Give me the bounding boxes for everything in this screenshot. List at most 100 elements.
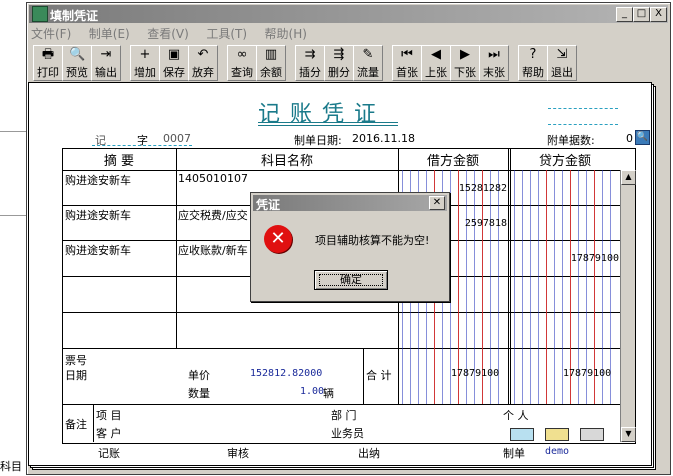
- toolbar-button-bar-chart[interactable]: ▥ 余额: [256, 45, 286, 81]
- credit-total: 17879100: [563, 368, 612, 379]
- amount-digit-gridline: [546, 170, 547, 404]
- toolbar-button-printer[interactable]: 🖶 打印: [33, 45, 63, 81]
- row-summary[interactable]: 购进途安新车: [65, 207, 131, 223]
- toolbar-button-next[interactable]: ▶ 下张: [450, 45, 480, 81]
- exit-icon: ⇲: [556, 47, 568, 62]
- maker-name: demo: [545, 446, 570, 457]
- table-column-divider: [93, 404, 94, 442]
- prev-icon: ◀: [431, 47, 441, 62]
- toolbar-button-undo[interactable]: ↶ 放弃: [188, 45, 218, 81]
- debit-total: 17879100: [451, 368, 500, 379]
- row-account[interactable]: 应收账款/新车: [178, 242, 248, 258]
- toolbar-button-delete-row[interactable]: ⇶ 删分: [324, 45, 354, 81]
- cashier-label: 出纳: [358, 447, 380, 460]
- title-underline: [258, 122, 398, 123]
- attachments-count[interactable]: 0: [626, 132, 633, 145]
- toolbar-button-add[interactable]: + 增加: [130, 45, 160, 81]
- toolbar-button-label: 退出: [551, 66, 573, 79]
- toolbar-button-exit[interactable]: ⇲ 退出: [547, 45, 577, 81]
- card-icon[interactable]: [510, 428, 534, 441]
- voucher-title: 记账凭证: [258, 102, 387, 127]
- dialog-close-button[interactable]: ✕: [429, 196, 445, 210]
- row-summary[interactable]: 购进途安新车: [65, 172, 131, 188]
- title-bar[interactable]: 填制凭证 _ □ X: [29, 5, 668, 23]
- row-summary[interactable]: 购进途安新车: [65, 242, 131, 258]
- toolbar-button-label: 首张: [396, 66, 418, 79]
- add-icon: +: [139, 47, 151, 62]
- toolbar-button-insert-row[interactable]: ⇉ 插分: [295, 45, 325, 81]
- menu-help[interactable]: 帮助(H): [265, 25, 307, 42]
- row-debit-amount[interactable]: 15281282: [459, 183, 507, 194]
- voucher-date[interactable]: 2016.11.18: [352, 132, 415, 145]
- toolbar-button-first[interactable]: ⏮ 首张: [392, 45, 422, 81]
- bar-chart-icon: ▥: [264, 47, 278, 62]
- toolbar-button-label: 增加: [134, 66, 156, 79]
- toolbar-button-binoculars[interactable]: ∞ 查询: [227, 45, 257, 81]
- next-icon: ▶: [460, 47, 470, 62]
- app-icon: [32, 6, 48, 22]
- table-row-divider: [62, 312, 620, 313]
- save-icon: ▣: [167, 47, 181, 62]
- review-label: 审核: [227, 447, 249, 460]
- date-label: 制单日期:: [294, 134, 342, 147]
- row-debit-amount[interactable]: 2597818: [465, 218, 507, 229]
- toolbar-button-label: 输出: [95, 66, 117, 79]
- maximize-button[interactable]: □: [633, 7, 650, 22]
- minimize-button[interactable]: _: [616, 7, 633, 22]
- row-account[interactable]: 应交税费/应交: [178, 207, 248, 223]
- toolbar-button-label: 放弃: [192, 66, 214, 79]
- toolbar-button-label: 帮助: [522, 66, 544, 79]
- first-icon: ⏮: [401, 47, 413, 62]
- amount-digit-gridline: [530, 170, 531, 404]
- column-header-account: 科目名称: [260, 154, 313, 169]
- table-column-divider: [176, 148, 177, 348]
- menu-file[interactable]: 文件(F): [31, 25, 71, 42]
- last-icon: ⏭: [488, 47, 500, 62]
- table-column-divider: [363, 348, 364, 404]
- amount-digit-gridline: [514, 170, 515, 404]
- toolbar-button-last[interactable]: ⏭ 末张: [479, 45, 509, 81]
- preview-icon: 🔍: [69, 47, 86, 62]
- table-header-divider: [62, 170, 620, 171]
- background-label: 科目: [0, 460, 22, 473]
- toolbar-button-prev[interactable]: ◀ 上张: [421, 45, 451, 81]
- toolbar-button-cashflow[interactable]: ✎ 流量: [353, 45, 383, 81]
- qty-label: 数量: [188, 387, 210, 400]
- close-button[interactable]: X: [650, 7, 667, 22]
- header-dash-line: [92, 145, 192, 146]
- error-dialog: 凭证 ✕ ✕ 项目辅助核算不能为空! 确定: [250, 192, 450, 302]
- printer-icon: 🖶: [41, 47, 55, 62]
- id-card-icon[interactable]: [545, 428, 569, 441]
- menu-tools[interactable]: 工具(T): [206, 25, 247, 42]
- qty-unit: 辆: [323, 387, 334, 400]
- error-icon: ✕: [264, 225, 292, 253]
- toolbar-button-help[interactable]: ? 帮助: [518, 45, 548, 81]
- row-account[interactable]: 1405010107: [178, 172, 248, 185]
- vertical-scrollbar[interactable]: ▲ ▼: [620, 170, 636, 442]
- price-label: 单价: [188, 369, 210, 382]
- ok-button[interactable]: 确定: [314, 270, 388, 290]
- toolbar-button-export[interactable]: ⇥ 输出: [91, 45, 121, 81]
- dialog-message: 项目辅助核算不能为空!: [315, 234, 430, 247]
- voucher-number[interactable]: 0007: [163, 132, 191, 145]
- row-credit-amount[interactable]: 17879100: [571, 253, 619, 264]
- dialog-title-bar[interactable]: 凭证 ✕: [253, 195, 447, 212]
- column-header-credit: 贷方金额: [538, 154, 591, 169]
- menu-view[interactable]: 查看(V): [147, 25, 189, 42]
- tools-icon[interactable]: [580, 428, 604, 441]
- toolbar-button-save[interactable]: ▣ 保存: [159, 45, 189, 81]
- search-icon[interactable]: 🔍: [635, 130, 650, 145]
- binoculars-icon: ∞: [236, 47, 248, 62]
- table-footer-divider: [62, 404, 620, 405]
- toolbar-button-preview[interactable]: 🔍 预览: [62, 45, 92, 81]
- menu-voucher[interactable]: 制单(E): [89, 25, 130, 42]
- dialog-title: 凭证: [256, 198, 281, 212]
- scroll-down-arrow-icon[interactable]: ▼: [621, 427, 636, 442]
- toolbar-button-label: 下张: [454, 66, 476, 79]
- price-value: 152812.82000: [250, 368, 323, 379]
- scroll-up-arrow-icon[interactable]: ▲: [621, 170, 636, 185]
- table-column-divider: [510, 148, 511, 404]
- header-dash-line: [548, 108, 618, 109]
- customer-label: 客 户: [96, 427, 122, 440]
- salesman-label: 业务员: [331, 427, 364, 440]
